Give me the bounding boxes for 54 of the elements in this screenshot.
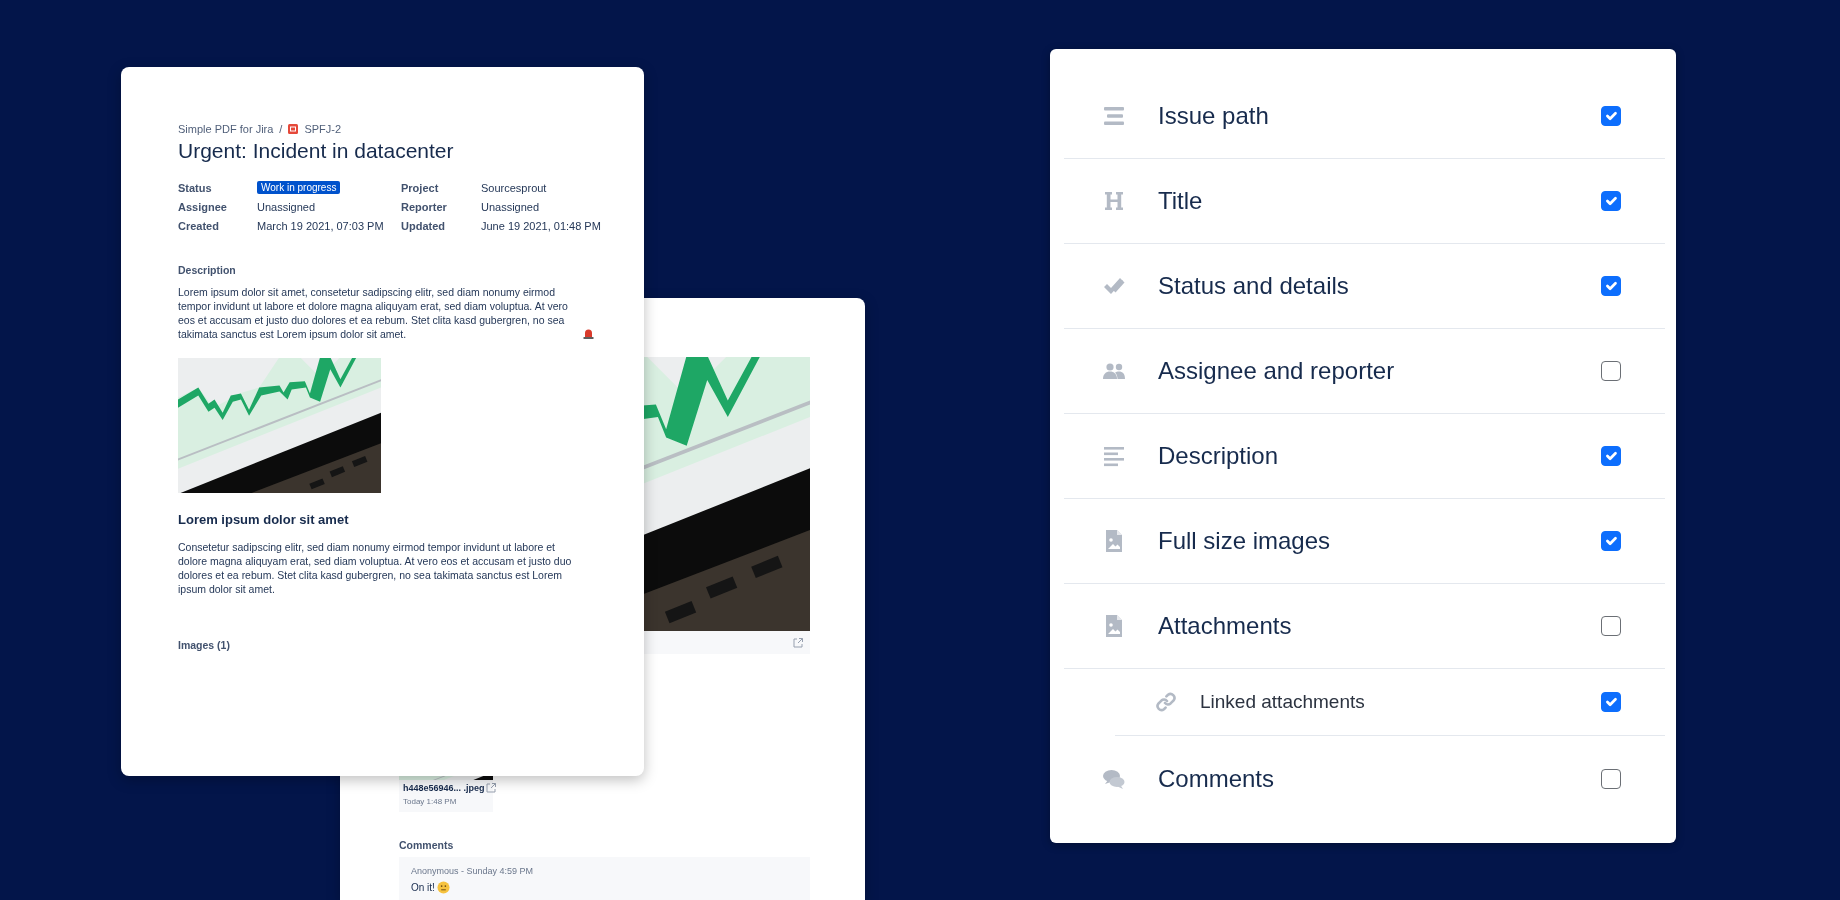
- option-checkbox[interactable]: [1601, 446, 1621, 466]
- option-checkbox[interactable]: [1601, 361, 1621, 381]
- field-label: Reporter: [401, 199, 447, 214]
- siren-icon: [583, 328, 594, 340]
- option-label: Attachments: [1158, 611, 1293, 641]
- field-label: Assignee: [178, 199, 227, 214]
- section-label: Description: [178, 262, 237, 278]
- field-label: Created: [178, 218, 219, 233]
- option-label: Issue path: [1158, 101, 1270, 131]
- breadcrumb-separator: /: [279, 122, 283, 137]
- file-name: h448e56946... .jpeg: [403, 782, 485, 795]
- option-label: Description: [1158, 441, 1280, 471]
- status-lozenge: Work in progress: [257, 181, 341, 194]
- option-checkbox[interactable]: [1601, 106, 1621, 126]
- description-text: Lorem ipsum dolor sit amet, consetetur sadipscing elitr, sed diam nonumy eirmod tempor invidunt ut labore et dolore magna aliquyam erat, sed diam voluptua. At vero eos et accusam et justo duo dolores et ea rebum. Stet clita kasd gubergren, no sea takimata sanctus est Lorem ipsum dolor sit amet.: [178, 285, 569, 342]
- field-value: June 19 2021, 01:48 PM: [481, 218, 601, 233]
- field-value: Unassigned: [481, 199, 540, 214]
- external-link-icon[interactable]: [792, 636, 804, 649]
- option-label: Comments: [1158, 763, 1276, 794]
- heading-icon: [1102, 189, 1126, 213]
- field-label: Project: [401, 180, 439, 195]
- section-label: Comments: [399, 838, 455, 852]
- issue-key-link[interactable]: SPFJ-2: [304, 121, 342, 138]
- option-label: Full size images: [1158, 526, 1332, 556]
- smiley-icon: [436, 880, 450, 894]
- file-date: Today 1:48 PM: [403, 795, 458, 808]
- section-text: Consetetur sadipscing elitr, sed diam nonumy eirmod tempor invidunt ut labore et dolore magna aliquyam erat, sed diam voluptua. At vero eos et accusam et justo duo dolores et ea rebum. Stet clita kasd gubergren, no sea takimata sanctus est Lorem ipsum dolor sit amet.: [178, 539, 573, 596]
- option-checkbox[interactable]: [1601, 692, 1621, 712]
- comment-text: On it!: [411, 880, 435, 894]
- option-checkbox[interactable]: [1601, 768, 1621, 789]
- field-value: March 19 2021, 07:03 PM: [257, 218, 384, 233]
- section-label: Images (1): [178, 637, 231, 653]
- issue-title: Urgent: Incident in datacenter: [178, 137, 455, 163]
- option-label: Linked attachments: [1200, 689, 1366, 714]
- issue-type-icon: [288, 124, 299, 135]
- link-icon: [1156, 692, 1176, 712]
- external-link-icon[interactable]: [484, 782, 497, 794]
- field-label: Status: [178, 180, 212, 195]
- field-label: Updated: [401, 218, 445, 233]
- section-heading: Lorem ipsum dolor sit amet: [178, 511, 350, 530]
- field-value: Unassigned: [257, 199, 316, 214]
- option-checkbox[interactable]: [1601, 191, 1621, 211]
- option-label: Status and details: [1158, 271, 1350, 301]
- bars-icon: [1102, 104, 1126, 128]
- field-value: Sourcesprout: [481, 180, 547, 195]
- option-label: Assignee and reporter: [1158, 356, 1396, 386]
- option-checkbox[interactable]: [1601, 276, 1621, 296]
- breadcrumb-link[interactable]: Simple PDF for Jira: [178, 121, 274, 138]
- option-checkbox[interactable]: [1601, 616, 1621, 636]
- option-label: Title: [1158, 186, 1204, 216]
- comment-author: Anonymous - Sunday 4:59 PM: [411, 865, 535, 877]
- align-left-icon: [1102, 444, 1126, 468]
- option-checkbox[interactable]: [1601, 531, 1621, 551]
- attachment-card[interactable]: h448e56946... .jpeg Today 1:48 PM: [399, 776, 493, 812]
